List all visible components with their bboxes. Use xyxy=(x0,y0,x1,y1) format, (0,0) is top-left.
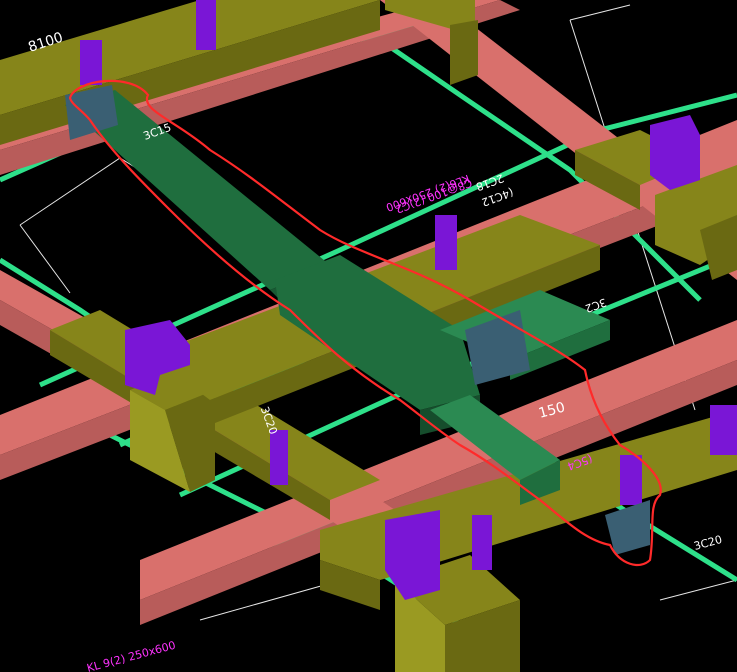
structural-3d-view[interactable]: 8100 3C15 KL6(2) 250x600 C8@100 (2)C2 2C… xyxy=(0,0,737,672)
